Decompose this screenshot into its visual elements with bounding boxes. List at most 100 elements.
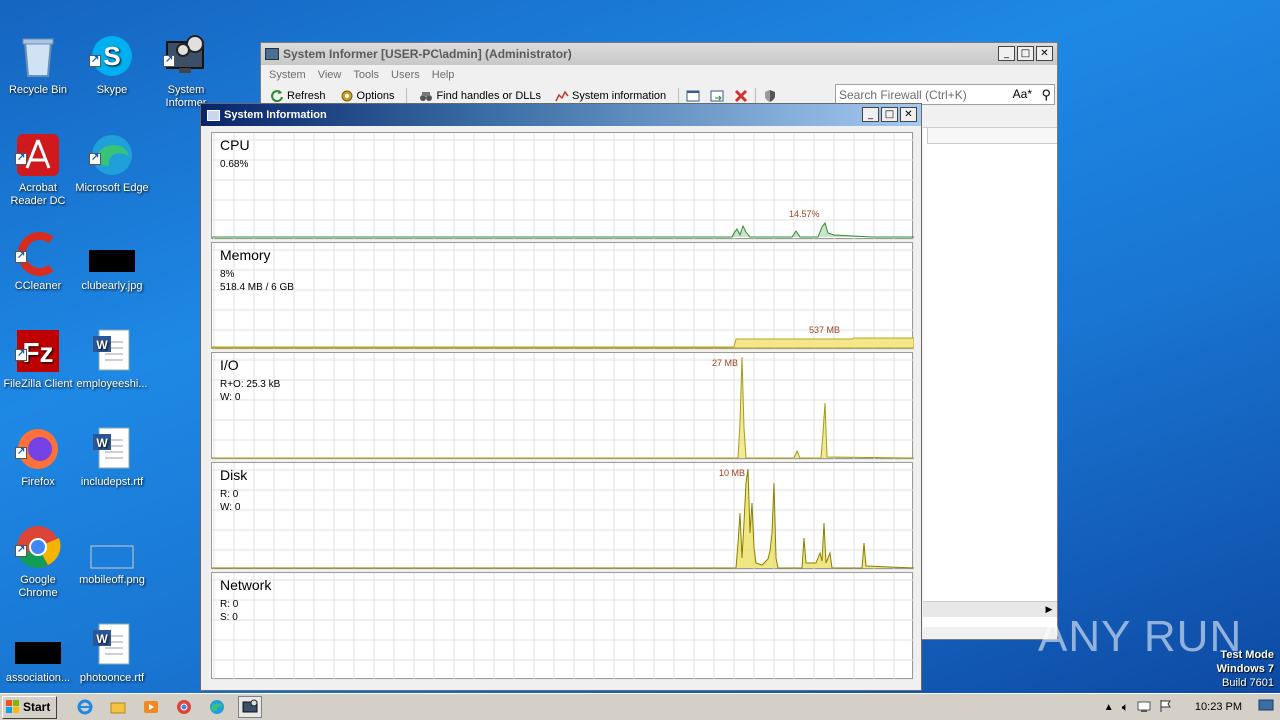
desktop-icon-mobileoff[interactable]: mobileoff.png	[74, 498, 150, 600]
action-center-flag-icon[interactable]	[1159, 699, 1173, 716]
desktop-icon-ccleaner[interactable]: CCleaner	[0, 204, 76, 306]
desktop-icon-skype[interactable]: S Skype	[74, 8, 150, 110]
system-informer-icon	[163, 21, 209, 73]
minimize-button[interactable]: _	[862, 107, 879, 122]
search-placeholder: Search Firewall (Ctrl+K)	[839, 87, 967, 102]
menu-system[interactable]: System	[265, 69, 314, 81]
app-icon	[207, 109, 220, 121]
network-label: Network	[220, 577, 272, 593]
svg-text:W: W	[96, 632, 108, 646]
network-send: S: 0	[220, 612, 238, 623]
menu-view[interactable]: View	[314, 69, 350, 81]
taskbar-explorer-icon[interactable]	[106, 696, 130, 718]
close-red-icon[interactable]	[734, 89, 748, 103]
close-button[interactable]: ✕	[1036, 46, 1053, 61]
cpu-panel[interactable]: CPU 0.68% 14.57%	[211, 132, 914, 240]
io-read-other: R+O: 25.3 kB	[220, 379, 281, 390]
show-desktop-icon[interactable]	[1258, 699, 1274, 716]
word-document-icon: W	[89, 315, 135, 371]
disk-write: W: 0	[220, 502, 241, 513]
desktop-icon-includepst[interactable]: W includepst.rtf	[74, 400, 150, 502]
maximize-button[interactable]: □	[1017, 46, 1034, 61]
word-document-icon: W	[89, 609, 135, 665]
cpu-graph	[212, 133, 914, 240]
system-information-window: System Information _ □ ✕ CPU 0.68% 14.57…	[200, 103, 922, 691]
windows-logo-icon	[6, 700, 20, 714]
menu-users[interactable]: Users	[387, 69, 428, 81]
desktop-icon-employeeshi[interactable]: W employeeshi...	[74, 302, 150, 404]
network-graph	[212, 573, 914, 680]
taskbar-chrome-icon[interactable]	[172, 696, 196, 718]
desktop-icon-label: clubearly.jpg	[81, 280, 143, 292]
chart-line-icon	[555, 90, 569, 102]
desktop-icon-firefox[interactable]: Firefox	[0, 400, 76, 502]
desktop-icon-filezilla[interactable]: Fz FileZilla Client	[0, 302, 76, 404]
desktop-icon-label: association...	[5, 672, 71, 684]
image-file-icon	[15, 609, 61, 664]
toolbar-separator	[755, 88, 757, 104]
memory-panel[interactable]: Memory 8% 518.4 MB / 6 GB 537 MB	[211, 242, 914, 350]
close-button[interactable]: ✕	[900, 107, 917, 122]
menu-help[interactable]: Help	[428, 69, 463, 81]
app-icon	[265, 48, 279, 60]
window-icon[interactable]	[686, 89, 700, 103]
start-button[interactable]: Start	[2, 695, 58, 719]
list-header[interactable]	[927, 128, 1057, 144]
main-list-view[interactable]	[923, 127, 1057, 627]
desktop-icon-edge[interactable]: Microsoft Edge	[74, 106, 150, 208]
taskbar-system-informer-icon[interactable]	[238, 696, 263, 718]
title-bar[interactable]: System Information	[201, 104, 921, 126]
menu-tools[interactable]: Tools	[349, 69, 387, 81]
desktop-icon-photoonce[interactable]: W photoonce.rtf	[74, 596, 150, 698]
network-tray-icon[interactable]	[1137, 699, 1151, 716]
title-bar[interactable]: System Informer [USER-PC\admin] (Adminis…	[261, 43, 1057, 65]
horizontal-scrollbar[interactable]: ▶	[923, 601, 1057, 617]
system-tray: ▲ 🔈︎ 10:23 PM	[1104, 696, 1280, 718]
desktop-icon-association[interactable]: association...	[0, 596, 76, 698]
network-receive: R: 0	[220, 599, 239, 610]
memory-label: Memory	[220, 247, 271, 263]
taskbar-edge-icon[interactable]	[205, 696, 229, 718]
word-document-icon: W	[89, 413, 135, 469]
shield-icon[interactable]	[763, 89, 777, 103]
network-panel[interactable]: Network R: 0 S: 0	[211, 572, 914, 680]
desktop-icon-label: Skype	[96, 84, 128, 96]
match-case-toggle[interactable]: Aa*	[1013, 87, 1032, 101]
desktop-icon-recycle-bin[interactable]: Recycle Bin	[0, 8, 76, 110]
menu-bar: System View Tools Users Help	[261, 65, 1057, 85]
recycle-bin-icon	[15, 21, 61, 77]
desktop-icon-label: CCleaner	[14, 280, 62, 292]
io-panel[interactable]: I/O R+O: 25.3 kB W: 0 27 MB	[211, 352, 914, 460]
disk-label: Disk	[220, 467, 248, 483]
skype-icon: S	[89, 21, 135, 76]
search-icon[interactable]: ⚲	[1041, 87, 1051, 103]
acrobat-icon	[15, 119, 61, 176]
svg-text:Fz: Fz	[22, 337, 53, 368]
minimize-button[interactable]: _	[998, 46, 1015, 61]
test-mode-line: Test Mode	[1220, 649, 1274, 661]
search-input[interactable]: Search Firewall (Ctrl+K) Aa* ⚲	[835, 84, 1055, 105]
tray-expand-icon[interactable]: ▲	[1104, 702, 1114, 713]
desktop-icon-clubearly[interactable]: clubearly.jpg	[74, 204, 150, 306]
desktop-icon-label: FileZilla Client	[3, 378, 73, 390]
build-line: Build 7601	[1222, 677, 1274, 689]
window-arrow-icon[interactable]	[710, 89, 724, 103]
cpu-label: CPU	[220, 137, 250, 153]
clock[interactable]: 10:23 PM	[1195, 701, 1242, 713]
io-line	[212, 356, 914, 459]
options-button[interactable]: Options	[335, 89, 400, 103]
desktop-icon-label: includepst.rtf	[80, 476, 144, 488]
volume-icon[interactable]: 🔈︎	[1122, 700, 1129, 715]
desktop-icon-label: Recycle Bin	[8, 84, 68, 96]
image-file-icon	[89, 511, 135, 569]
find-handles-button[interactable]: Find handles or DLLs	[414, 89, 546, 103]
cpu-line	[212, 221, 914, 238]
refresh-button[interactable]: Refresh	[265, 89, 331, 103]
svg-text:W: W	[96, 436, 108, 450]
maximize-button[interactable]: □	[881, 107, 898, 122]
window-controls: _ □ ✕	[998, 46, 1053, 61]
disk-panel[interactable]: Disk R: 0 W: 0 10 MB	[211, 462, 914, 570]
taskbar-media-player-icon[interactable]	[139, 696, 163, 718]
taskbar-ie-icon[interactable]	[73, 696, 97, 718]
system-information-button[interactable]: System information	[550, 89, 671, 103]
